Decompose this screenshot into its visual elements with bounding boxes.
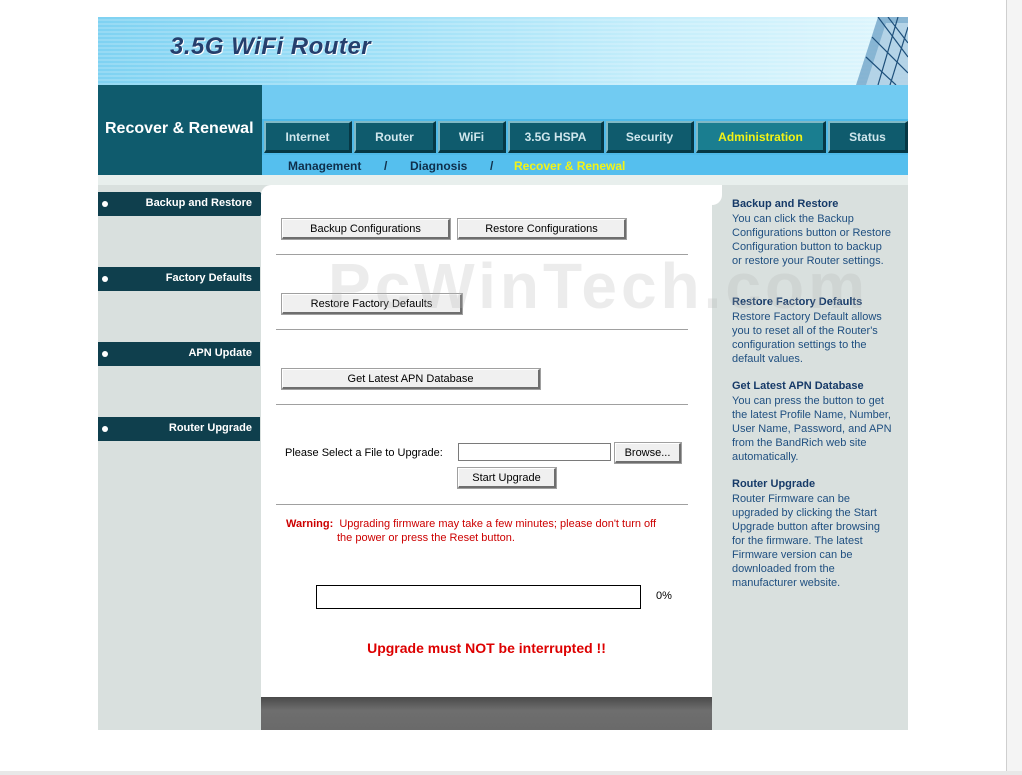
tab-security[interactable]: Security — [606, 121, 694, 153]
divider — [276, 254, 688, 256]
subnav-separator: / — [384, 159, 388, 173]
main-tabs: Internet Router WiFi 3.5G HSPA Security … — [262, 119, 908, 155]
tab-internet[interactable]: Internet — [264, 121, 352, 153]
sidebar-item-apn-update[interactable]: APN Update — [98, 342, 260, 366]
subnav-management[interactable]: Management — [288, 159, 361, 173]
sidebar-item-backup-restore[interactable]: Backup and Restore — [98, 192, 272, 216]
get-latest-apn-database-button[interactable]: Get Latest APN Database — [282, 369, 540, 389]
browse-button[interactable]: Browse... — [615, 443, 681, 463]
help-title-backup-restore: Backup and Restore — [732, 198, 839, 210]
sidebar-item-factory-defaults[interactable]: Factory Defaults — [98, 267, 260, 291]
subnav-recover-renewal[interactable]: Recover & Renewal — [514, 159, 625, 173]
help-panel-notch — [712, 185, 722, 205]
nav-top-band — [262, 85, 908, 119]
sidebar-item-label: Backup and Restore — [145, 197, 252, 209]
tab-wifi[interactable]: WiFi — [438, 121, 506, 153]
divider — [276, 404, 688, 406]
restore-factory-defaults-button[interactable]: Restore Factory Defaults — [282, 294, 462, 314]
sidebar-item-router-upgrade[interactable]: Router Upgrade — [98, 417, 260, 441]
tab-status[interactable]: Status — [828, 121, 908, 153]
window-scrollbar[interactable] — [1006, 0, 1022, 775]
help-panel: Backup and Restore You can click the Bac… — [712, 185, 908, 730]
warning-line-1: Upgrading firmware may take a few minute… — [339, 518, 657, 530]
tab-router[interactable]: Router — [354, 121, 436, 153]
subnav-separator: / — [490, 159, 494, 173]
window-bottom-edge — [0, 771, 1022, 775]
app-title: 3.5G WiFi Router — [170, 33, 372, 60]
bullet-icon — [102, 201, 108, 207]
help-text-router-upgrade: Router Firmware can be upgraded by click… — [732, 493, 880, 589]
help-text-backup-restore: You can click the Backup Configurations … — [732, 213, 891, 267]
start-upgrade-button[interactable]: Start Upgrade — [458, 468, 556, 488]
tab-3-5g-hspa[interactable]: 3.5G HSPA — [508, 121, 604, 153]
section-title-text: Recover & Renewal — [105, 120, 254, 137]
divider — [276, 504, 688, 506]
warning-label: Warning: — [286, 518, 334, 530]
restore-configurations-button[interactable]: Restore Configurations — [458, 219, 626, 239]
help-title-router-upgrade: Router Upgrade — [732, 478, 816, 490]
interrupt-notice: Upgrade must NOT be interrupted !! — [367, 640, 606, 656]
file-select-label: Please Select a File to Upgrade: — [285, 447, 443, 459]
nav-area: Internet Router WiFi 3.5G HSPA Security … — [262, 85, 908, 175]
sidebar-item-label: Router Upgrade — [168, 422, 252, 434]
header-divider — [98, 175, 908, 185]
bullet-icon — [102, 351, 108, 357]
sidebar-item-label: APN Update — [188, 347, 252, 359]
sub-navigation: Management / Diagnosis / Recover & Renew… — [262, 155, 908, 175]
bullet-icon — [102, 426, 108, 432]
subnav-diagnosis[interactable]: Diagnosis — [410, 159, 467, 173]
satellite-dish-icon — [856, 17, 908, 85]
main-panel: Backup Configurations Restore Configurat… — [261, 185, 712, 697]
divider — [276, 329, 688, 331]
main-panel-footer — [261, 697, 712, 730]
help-text-factory-defaults: Restore Factory Default allows you to re… — [732, 311, 882, 365]
sidebar-item-label: Factory Defaults — [165, 272, 252, 284]
firmware-file-input[interactable] — [458, 443, 611, 461]
upgrade-progress-percent: 0% — [656, 590, 672, 602]
backup-configurations-button[interactable]: Backup Configurations — [282, 219, 450, 239]
section-title: Recover & Renewal — [98, 85, 262, 175]
warning-line-2: the power or press the Reset button. — [337, 532, 515, 544]
banner: 3.5G WiFi Router — [98, 17, 908, 85]
help-text-apn-database: You can press the button to get the late… — [732, 395, 892, 463]
warning-message: Warning: Upgrading firmware may take a f… — [286, 517, 676, 544]
router-page: 3.5G WiFi Router Recover & Renewal Inter… — [98, 17, 908, 730]
upgrade-progress-bar — [316, 585, 641, 609]
help-title-factory-defaults: Restore Factory Defaults — [732, 296, 863, 308]
help-title-apn-database: Get Latest APN Database — [732, 380, 864, 392]
tab-administration[interactable]: Administration — [696, 121, 826, 153]
bullet-icon — [102, 276, 108, 282]
